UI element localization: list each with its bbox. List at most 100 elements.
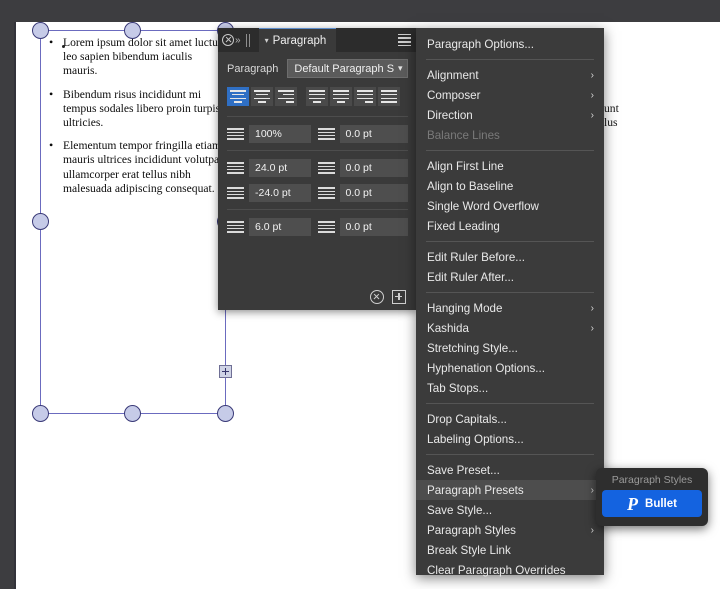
right-indent-field[interactable]: 0.0 pt [318, 159, 409, 177]
menu-item-break-style-link[interactable]: Break Style Link [416, 540, 604, 560]
first-line-indent-field[interactable]: 24.0 pt [227, 159, 318, 177]
menu-item-balance-lines: Balance Lines [416, 125, 604, 145]
right-indent-icon [318, 160, 335, 176]
line-spacing-value[interactable]: 100% [249, 125, 311, 143]
menu-separator [426, 292, 594, 293]
menu-item-composer[interactable]: Composer› [416, 85, 604, 105]
paragraph-style-bullet-item[interactable]: P Bullet [602, 490, 702, 517]
menu-item-label: Paragraph Styles [427, 524, 516, 537]
chevron-right-icon: › [591, 90, 594, 101]
panel-close-icon[interactable] [222, 28, 234, 52]
space-above-icon [227, 219, 244, 235]
menu-item-label: Edit Ruler Before... [427, 251, 525, 264]
resize-handle-middle-left[interactable] [32, 213, 49, 230]
menu-item-align-to-baseline[interactable]: Align to Baseline [416, 176, 604, 196]
line-spacing-field[interactable]: 100% [227, 125, 318, 143]
resize-handle-bottom-right[interactable] [217, 405, 234, 422]
paragraph-panel: » ▾ Paragraph Paragraph Default Paragrap… [218, 28, 417, 310]
field-row-space: 6.0 pt 0.0 pt [227, 218, 408, 236]
secondary-text-fragment: untlus [604, 102, 674, 130]
chevron-right-icon: › [591, 70, 594, 81]
menu-item-alignment[interactable]: Alignment › [416, 65, 604, 85]
menu-item-label: Alignment [427, 69, 479, 82]
panel-divider-3 [227, 209, 408, 210]
clear-overrides-icon[interactable] [370, 290, 384, 304]
menu-separator [426, 59, 594, 60]
menu-item-label: Kashida [427, 322, 469, 335]
hanging-indent-field[interactable]: -24.0 pt [227, 184, 318, 202]
align-right-button[interactable] [275, 87, 297, 106]
justify-last-right-button[interactable] [354, 87, 376, 106]
resize-handle-top-left[interactable] [32, 22, 49, 39]
justify-last-center-button[interactable] [330, 87, 352, 106]
align-left-button[interactable] [227, 87, 249, 106]
panel-tab-bar: » ▾ Paragraph [218, 28, 417, 52]
menu-item-clear-paragraph-overrides[interactable]: Clear Paragraph Overrides [416, 560, 604, 580]
tab-paragraph[interactable]: ▾ Paragraph [259, 28, 337, 52]
menu-item-hyphenation-options[interactable]: Hyphenation Options... [416, 358, 604, 378]
menu-item-paragraph-styles[interactable]: Paragraph Styles› [416, 520, 604, 540]
resize-handle-top-center[interactable] [124, 22, 141, 39]
menu-item-paragraph-presets[interactable]: Paragraph Presets› [416, 480, 604, 500]
menu-item-drop-capitals[interactable]: Drop Capitals... [416, 409, 604, 429]
paragraph-style-icon: P [627, 495, 638, 513]
menu-item-label: Save Style... [427, 504, 492, 517]
flyout-title: Paragraph Styles [602, 473, 702, 487]
menu-item-align-first-line[interactable]: Align First Line [416, 156, 604, 176]
align-center-button[interactable] [251, 87, 273, 106]
chevron-right-icon: › [591, 485, 594, 496]
menu-item-tab-stops[interactable]: Tab Stops... [416, 378, 604, 398]
first-line-indent-value[interactable]: 24.0 pt [249, 159, 311, 177]
menu-item-label: Drop Capitals... [427, 413, 507, 426]
panel-menu-icon[interactable] [396, 32, 413, 48]
space-above-value[interactable]: 6.0 pt [249, 218, 311, 236]
panel-body: Paragraph Default Paragraph S ▾ [218, 52, 417, 236]
left-indent-value[interactable]: 0.0 pt [340, 184, 409, 202]
left-indent-field[interactable]: 0.0 pt [318, 184, 409, 202]
menu-item-stretching-style[interactable]: Stretching Style... [416, 338, 604, 358]
menu-item-save-style[interactable]: Save Style... [416, 500, 604, 520]
tab-sort-icon: ▾ [265, 37, 269, 45]
selection-frame [40, 30, 226, 414]
right-indent-value[interactable]: 0.0 pt [340, 159, 409, 177]
menu-item-label: Align First Line [427, 160, 504, 173]
menu-item-label: Stretching Style... [427, 342, 518, 355]
add-text-flow-icon[interactable] [219, 365, 232, 378]
hanging-indent-value[interactable]: -24.0 pt [249, 184, 311, 202]
menu-item-fixed-leading[interactable]: Fixed Leading [416, 216, 604, 236]
resize-handle-bottom-left[interactable] [32, 405, 49, 422]
new-style-icon[interactable] [392, 290, 406, 304]
chevron-right-icon: › [591, 110, 594, 121]
paragraph-style-value: Default Paragraph S [294, 63, 394, 75]
menu-item-label: Labeling Options... [427, 433, 524, 446]
justify-all-button[interactable] [378, 87, 400, 106]
menu-item-label: Align to Baseline [427, 180, 513, 193]
menu-item-edit-ruler-before[interactable]: Edit Ruler Before... [416, 247, 604, 267]
panel-grip-icon[interactable] [242, 28, 255, 52]
space-above-field[interactable]: 6.0 pt [227, 218, 318, 236]
space-before-value[interactable]: 0.0 pt [340, 125, 409, 143]
resize-handle-bottom-center[interactable] [124, 405, 141, 422]
app-root: Lorem ipsum dolor sit amet luctus leo sa… [0, 0, 720, 589]
menu-item-direction[interactable]: Direction› [416, 105, 604, 125]
menu-item-single-word-overflow[interactable]: Single Word Overflow [416, 196, 604, 216]
paragraph-style-select[interactable]: Default Paragraph S ▾ [287, 59, 408, 78]
collapse-chevrons-icon[interactable]: » [235, 28, 241, 52]
menu-item-save-preset[interactable]: Save Preset... [416, 460, 604, 480]
menu-item-labeling-options[interactable]: Labeling Options... [416, 429, 604, 449]
menu-item-hanging-mode[interactable]: Hanging Mode› [416, 298, 604, 318]
menu-separator [426, 403, 594, 404]
menu-separator [426, 241, 594, 242]
menu-item-label: Balance Lines [427, 129, 500, 142]
menu-item-label: Hyphenation Options... [427, 362, 545, 375]
tab-paragraph-label: Paragraph [273, 35, 327, 47]
space-before-field[interactable]: 0.0 pt [318, 125, 409, 143]
menu-item-paragraph-options[interactable]: Paragraph Options... [416, 34, 604, 54]
justify-last-left-button[interactable] [306, 87, 328, 106]
chevron-right-icon: › [591, 303, 594, 314]
menu-item-label: Tab Stops... [427, 382, 488, 395]
menu-item-edit-ruler-after[interactable]: Edit Ruler After... [416, 267, 604, 287]
space-below-value[interactable]: 0.0 pt [340, 218, 409, 236]
menu-item-kashida[interactable]: Kashida› [416, 318, 604, 338]
space-below-field[interactable]: 0.0 pt [318, 218, 409, 236]
